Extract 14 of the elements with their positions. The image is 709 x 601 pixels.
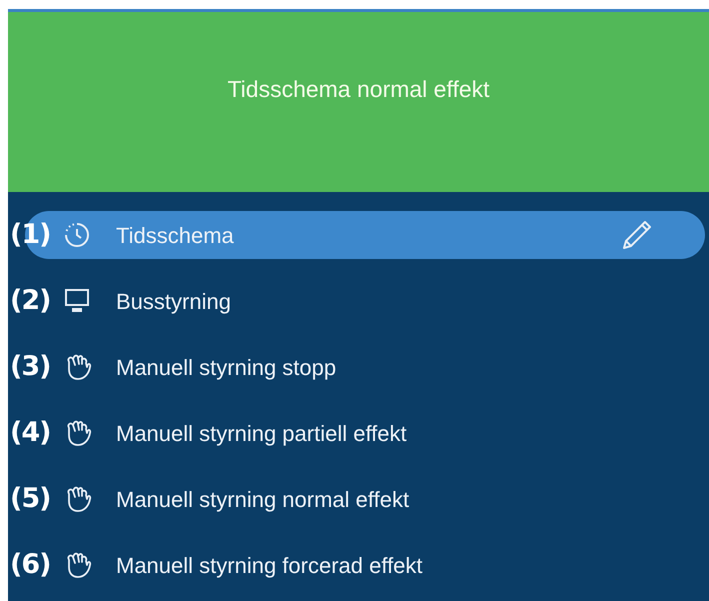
item-number: (3)	[10, 350, 52, 384]
menu-item-label[interactable]: Busstyrning	[116, 284, 231, 318]
menu-item-label[interactable]: Manuell styrning stopp	[116, 350, 336, 384]
menu-item-label[interactable]: Manuell styrning forcerad effekt	[116, 548, 423, 582]
item-number: (1)	[10, 218, 52, 252]
clock-icon	[64, 222, 90, 248]
header-title: Tidsschema normal effekt	[227, 75, 490, 104]
menu-item-label[interactable]: Manuell styrning normal effekt	[116, 482, 410, 516]
menu-item-label[interactable]: Manuell styrning partiell effekt	[116, 416, 407, 450]
item-number: (2)	[10, 284, 52, 318]
monitor-icon	[64, 288, 90, 314]
item-number: (6)	[10, 548, 52, 582]
item-number: (4)	[10, 416, 52, 450]
item-number: (5)	[10, 482, 52, 516]
